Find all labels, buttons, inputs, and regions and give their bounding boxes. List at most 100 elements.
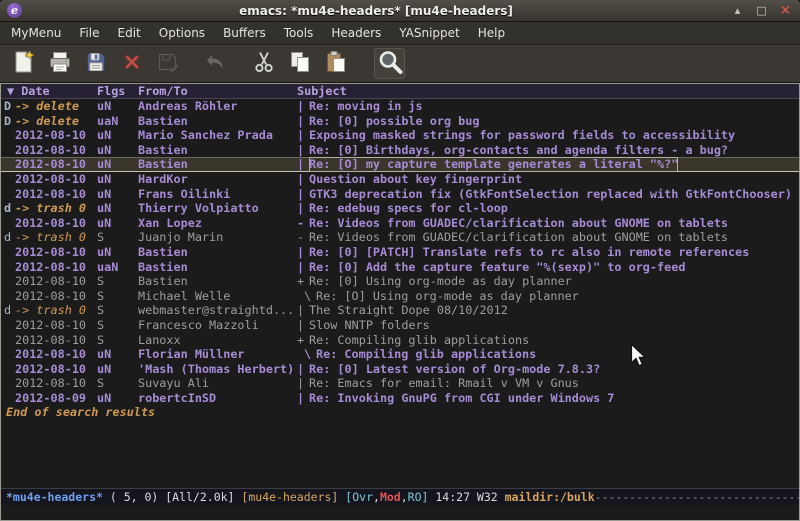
message-row[interactable]: 2012-08-09 uN robertcInSD | Re: Invoking… [1,391,799,406]
mark-cell [4,289,15,304]
date-cell: 2012-08-10 [15,318,97,333]
menu-item-mymenu[interactable]: MyMenu [2,23,70,43]
message-row[interactable]: D -> delete uN Andreas Röhler | Re: movi… [1,99,799,114]
menu-item-tools[interactable]: Tools [275,23,323,43]
message-row[interactable]: 2012-08-10 S Bastien + Re: [0] Using org… [1,274,799,289]
date-cell: 2012-08-10 [15,260,97,275]
cut-button[interactable] [248,48,279,79]
from-cell: Xan Lopez [138,216,297,231]
new-file-button[interactable] [8,48,39,79]
menu-item-buffers[interactable]: Buffers [214,23,275,43]
flags-cell: S [97,230,138,245]
mode-line: *mu4e-headers* ( 5, 0) [All/2.0k] [mu4e-… [1,488,799,505]
undo-button[interactable] [200,48,231,79]
paste-button[interactable] [320,48,351,79]
subject-cell: Re: edebug specs for cl-loop [309,201,508,216]
mark-cell [4,143,15,158]
thread-indicator: | [297,376,309,391]
subject-cell: The Straight Dope 08/10/2012 [309,303,508,318]
mark-cell: d [4,303,15,318]
column-header-from[interactable]: From/To [138,84,297,98]
thread-indicator: | [297,99,309,114]
column-header-flags[interactable]: Flgs [97,84,138,98]
mode-line-segment: ( 5, 0) [103,490,165,504]
column-header-subject[interactable]: Subject [297,84,799,98]
maximize-button[interactable]: □ [754,3,769,18]
minimize-button[interactable]: ▴ [730,3,745,18]
date-cell: 2012-08-10 [15,289,97,304]
clipboard-icon [324,50,348,78]
subject-cell: Slow NNTP folders [309,318,430,333]
message-row[interactable]: 2012-08-10 uN Bastien | Re: [0] Birthday… [1,143,799,158]
message-row[interactable]: d -> trash 0 S Juanjo Marin - Re: Videos… [1,230,799,245]
from-cell: Bastien [138,114,297,129]
menu-item-yasnippet[interactable]: YASnippet [390,23,469,43]
message-row[interactable]: 2012-08-10 uN 'Mash (Thomas Herbert) | R… [1,362,799,377]
thread-indicator: + [297,333,309,348]
menu-item-headers[interactable]: Headers [322,23,390,43]
message-row[interactable]: d -> trash 0 uN Thierry Volpiatto | Re: … [1,201,799,216]
copy-pages-icon [288,50,312,78]
echo-area[interactable] [1,505,799,520]
menu-item-file[interactable]: File [70,23,108,43]
date-cell: 2012-08-10 [15,376,97,391]
message-row[interactable]: D -> delete uaN Bastien | Re: [0] possib… [1,114,799,129]
message-row[interactable]: 2012-08-10 uN Florian Müllner \ Re: Comp… [1,347,799,362]
subject-cell: Re: [0] Birthdays, org-contacts and agen… [309,143,728,158]
undo-arrow-icon [204,50,228,78]
message-row[interactable]: 2012-08-10 S Francesco Mazzoli | Slow NN… [1,318,799,333]
from-cell: Bastien [138,143,297,158]
search-button[interactable] [374,48,405,79]
flags-cell: uN [97,157,138,172]
subject-cell: Re: [0] Using org-mode as day planner [309,274,572,289]
mark-cell [4,333,15,348]
message-row[interactable]: 2012-08-10 uN Bastien | Re: [0] [PATCH] … [1,245,799,260]
message-row[interactable]: 2012-08-10 uN Frans Oilinki | GTK3 depre… [1,187,799,202]
save-floppy-icon [84,50,108,78]
title-bar: e emacs: *mu4e-headers* [mu4e-headers] ▴… [0,0,800,22]
column-header-date[interactable]: ▼ Date [4,84,97,98]
date-cell: -> trash 0 [15,201,97,216]
mark-cell [4,245,15,260]
mode-line-segment: *mu4e-headers* [6,490,103,504]
print-button[interactable] [44,48,75,79]
subject-cell: Re: [O] my capture template generates a … [309,157,678,172]
from-cell: Francesco Mazzoli [138,318,297,333]
mode-line-segment: 14:27 W32 [435,490,504,504]
message-row[interactable]: 2012-08-10 uN Mario Sanchez Prada | Expo… [1,128,799,143]
copy-button[interactable] [284,48,315,79]
thread-indicator: | [297,114,309,129]
from-cell: Michael Welle [138,289,297,304]
save-as-button[interactable] [152,48,183,79]
date-cell: 2012-08-10 [15,274,97,289]
subject-cell: Question about key fingerprint [309,172,522,187]
thread-indicator: - [297,230,309,245]
menu-item-edit[interactable]: Edit [109,23,150,43]
save-button[interactable] [80,48,111,79]
menu-item-help[interactable]: Help [469,23,514,43]
date-cell: 2012-08-10 [15,128,97,143]
from-cell: 'Mash (Thomas Herbert) [138,362,297,377]
menu-bar: MyMenuFileEditOptionsBuffersToolsHeaders… [0,22,800,45]
thread-indicator: \ [297,347,316,362]
message-row[interactable]: 2012-08-10 S Lanoxx + Re: Compiling glib… [1,333,799,348]
flags-cell: uN [97,128,138,143]
message-row[interactable]: 2012-08-10 uN Bastien | Re: [O] my captu… [1,157,799,172]
mode-line-segment: Mod [380,490,401,504]
from-cell: Suvayu Ali [138,376,297,391]
save-as-icon [156,50,180,78]
menu-item-options[interactable]: Options [150,23,214,43]
from-cell: Bastien [138,157,297,172]
message-row[interactable]: 2012-08-10 S Suvayu Ali | Re: Emacs for … [1,376,799,391]
close-buffer-button[interactable] [116,48,147,79]
close-button[interactable]: × [778,3,793,18]
mu4e-headers-buffer: ▼ Date Flgs From/To Subject D -> delete … [0,83,800,521]
message-row[interactable]: d -> trash 0 S webmaster@straightd... | … [1,303,799,318]
message-row[interactable]: 2012-08-10 S Michael Welle \ Re: [O] Usi… [1,289,799,304]
message-row[interactable]: 2012-08-10 uN HardKor | Question about k… [1,172,799,187]
tool-bar [0,45,800,83]
thread-indicator: \ [297,289,316,304]
close-x-icon [121,51,143,77]
message-row[interactable]: 2012-08-10 uN Xan Lopez - Re: Videos fro… [1,216,799,231]
message-row[interactable]: 2012-08-10 uaN Bastien | Re: [0] Add the… [1,260,799,275]
